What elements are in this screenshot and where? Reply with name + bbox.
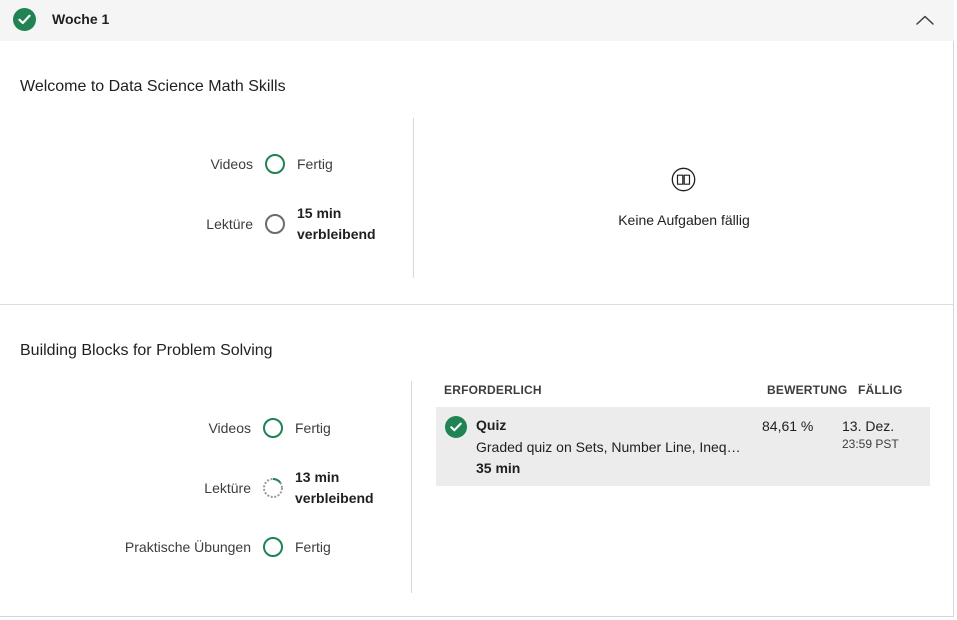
assignment-grade: 84,61 % — [762, 418, 814, 434]
status-text: Fertig — [295, 420, 331, 436]
book-icon — [671, 167, 696, 192]
column-header-due: FÄLLIG — [858, 383, 903, 397]
no-tasks-message: Keine Aufgaben fällig — [618, 212, 750, 228]
assignment-title[interactable]: Quiz — [476, 417, 506, 433]
week-complete-check-icon — [13, 8, 36, 31]
status-text: Fertig — [295, 539, 331, 555]
module-separator — [0, 304, 954, 305]
remaining-label: verbleibend — [295, 490, 374, 506]
passed-check-icon — [445, 416, 467, 438]
row-label-videos: Videos — [210, 156, 253, 172]
complete-ring-icon — [263, 537, 283, 557]
assignment-row[interactable]: Quiz Graded quiz on Sets, Number Line, I… — [436, 407, 930, 486]
incomplete-ring-icon — [265, 214, 285, 234]
remaining-time: 13 min — [295, 469, 340, 485]
assignment-duration: 35 min — [476, 460, 521, 476]
complete-ring-icon — [265, 154, 285, 174]
column-header-grade: BEWERTUNG — [767, 383, 848, 397]
remaining-label: verbleibend — [297, 226, 376, 242]
row-label-practice: Praktische Übungen — [124, 539, 251, 555]
column-header-required: ERFORDERLICH — [444, 383, 542, 397]
column-divider — [411, 381, 412, 593]
status-text: Fertig — [297, 156, 333, 172]
week-title: Woche 1 — [52, 11, 110, 27]
remaining-time: 15 min — [297, 205, 342, 221]
progress-ring-icon — [263, 478, 283, 498]
week-header[interactable]: Woche 1 — [0, 0, 954, 41]
assignment-due-date: 13. Dez. — [842, 418, 895, 434]
column-divider — [413, 118, 414, 278]
assignment-due-time: 23:59 PST — [842, 437, 899, 451]
complete-ring-icon — [263, 418, 283, 438]
row-label-readings: Lektüre — [204, 480, 251, 496]
module-title[interactable]: Welcome to Data Science Math Skills — [20, 78, 286, 96]
row-label-videos: Videos — [208, 420, 251, 436]
collapse-chevron-up-icon[interactable] — [914, 10, 936, 30]
assignment-description: Graded quiz on Sets, Number Line, Inequa… — [476, 439, 741, 455]
row-label-readings: Lektüre — [206, 216, 253, 232]
module-title[interactable]: Building Blocks for Problem Solving — [20, 342, 273, 360]
